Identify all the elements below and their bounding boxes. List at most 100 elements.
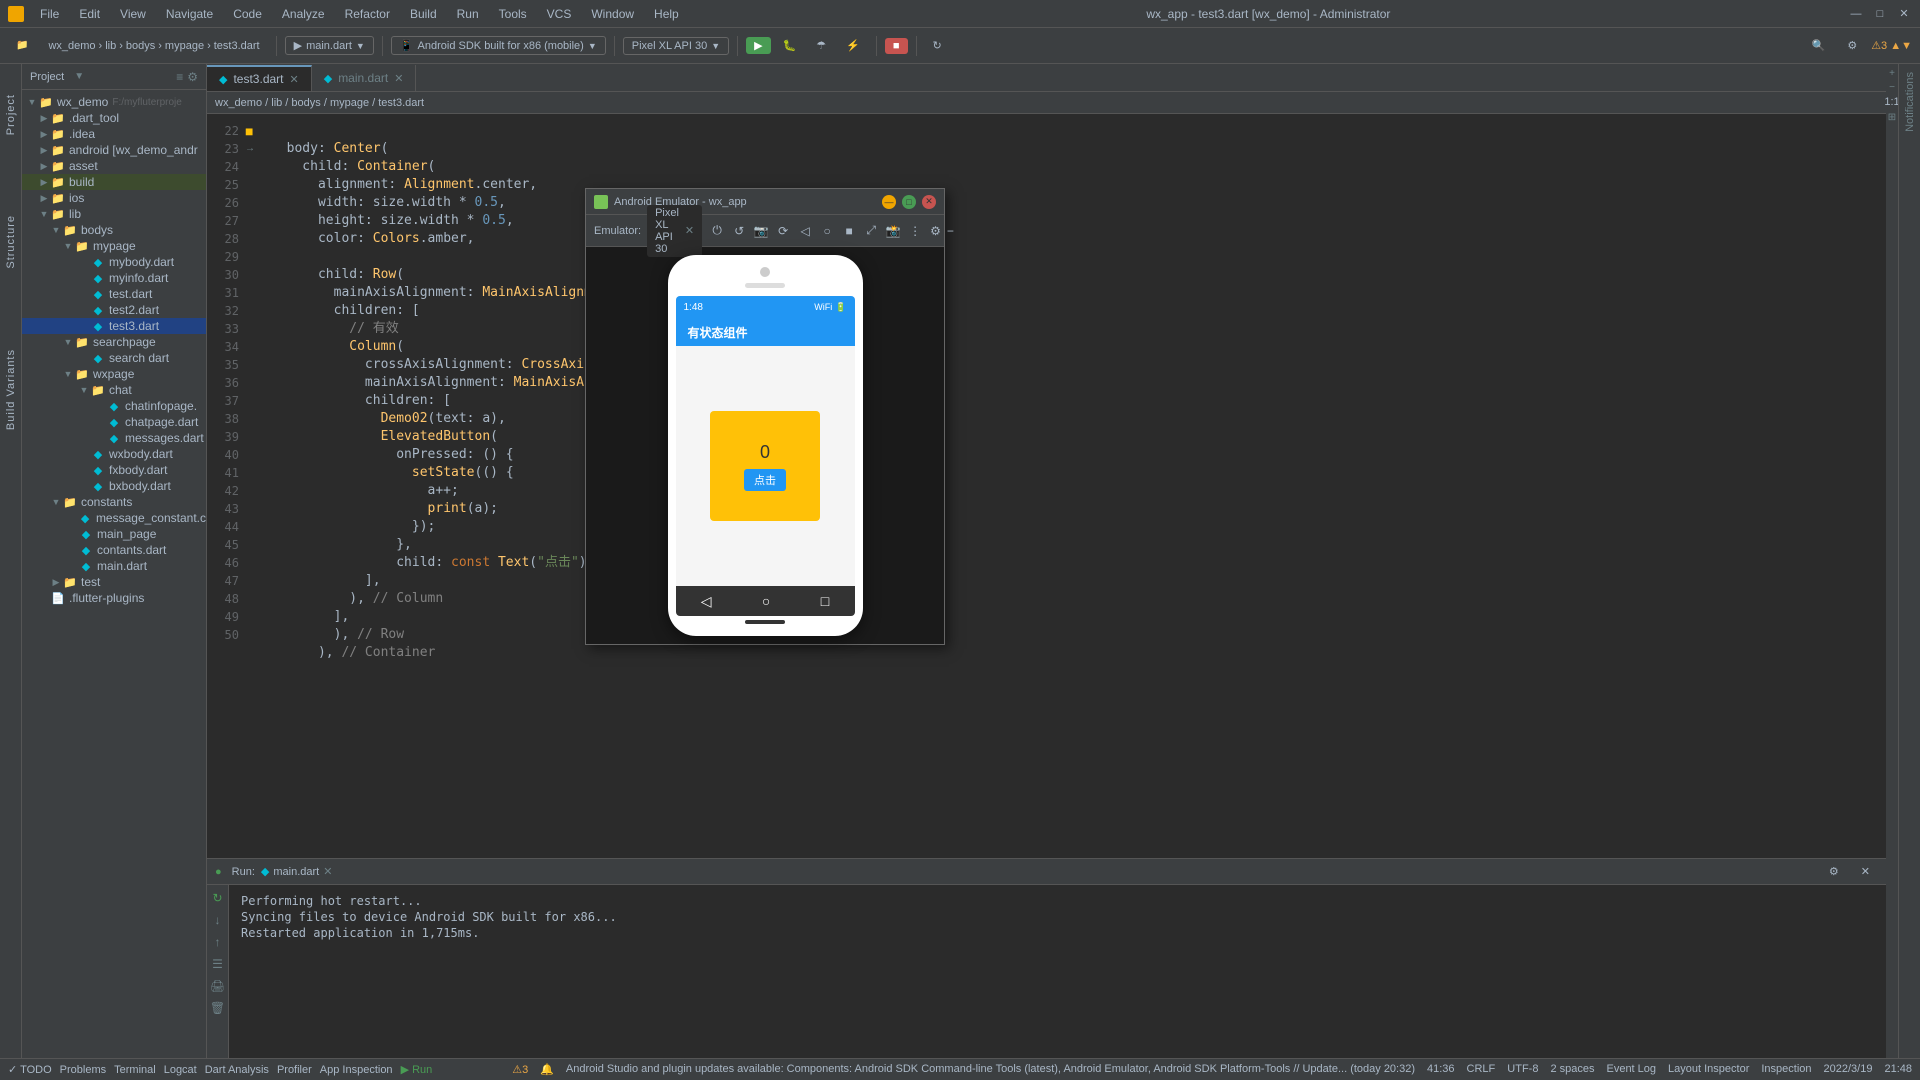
zoom-out-icon[interactable]: −	[1887, 82, 1897, 92]
sync-button[interactable]: ↻	[925, 36, 950, 55]
print-icon[interactable]: 🖨	[209, 977, 227, 995]
menu-refactor[interactable]: Refactor	[335, 3, 400, 25]
status-app-inspection[interactable]: App Inspection	[320, 1064, 393, 1076]
tree-item-bodys[interactable]: ▼ 📁 bodys	[22, 222, 206, 238]
emulator-close-icon[interactable]: −	[947, 222, 954, 240]
tree-item-bxbody[interactable]: ◆ bxbody.dart	[22, 478, 206, 494]
settings-button[interactable]: ⚙	[1839, 36, 1865, 55]
phone-screen[interactable]: 1:48 WiFi 🔋 有状态组件 0 点击	[676, 296, 855, 616]
tree-item-search-dart[interactable]: ◆ search dart	[22, 350, 206, 366]
status-encoding[interactable]: CRLF	[1467, 1063, 1496, 1076]
tree-item-mypage[interactable]: ▼ 📁 mypage	[22, 238, 206, 254]
phone-navbar[interactable]: ◁ ○ □	[676, 586, 855, 616]
tree-item-wxpage[interactable]: ▼ 📁 wxpage	[22, 366, 206, 382]
tree-item-constants[interactable]: ▼ 📁 constants	[22, 494, 206, 510]
tree-item-android[interactable]: ▶ 📁 android [wx_demo_andr	[22, 142, 206, 158]
rotate-icon[interactable]: ⟳	[774, 222, 792, 240]
tab-main-close[interactable]: ✕	[394, 72, 403, 85]
run-main-label[interactable]: ◆ main.dart ✕	[261, 865, 333, 878]
phone-content[interactable]: 0 点击	[676, 346, 855, 586]
tree-item-messages[interactable]: ◆ messages.dart	[22, 430, 206, 446]
menu-edit[interactable]: Edit	[69, 3, 110, 25]
status-problems[interactable]: Problems	[60, 1064, 106, 1076]
tree-item-main-page[interactable]: ◆ main_page	[22, 526, 206, 542]
tree-item-test2[interactable]: ◆ test2.dart	[22, 302, 206, 318]
right-scrollbar[interactable]: + − 1:1 ⊞	[1886, 64, 1898, 1058]
status-event-log[interactable]: Event Log	[1606, 1063, 1656, 1076]
project-breadcrumb[interactable]: wx_demo › lib › bodys › mypage › test3.d…	[40, 37, 267, 55]
status-run[interactable]: ▶ Run	[401, 1063, 433, 1076]
code-editor[interactable]: 22232425 26272829 30313233 34353637 3839…	[207, 114, 1886, 858]
status-charset[interactable]: UTF-8	[1507, 1063, 1538, 1076]
tab-test3[interactable]: ◆ test3.dart ✕	[207, 65, 312, 91]
collapse-all-icon[interactable]: ≡	[176, 70, 183, 84]
tree-item-dart-tool[interactable]: ▶ 📁 .dart_tool	[22, 110, 206, 126]
menu-code[interactable]: Code	[223, 3, 272, 25]
project-dropdown-icon[interactable]: ▼	[74, 71, 84, 82]
run-settings-icon[interactable]: ⚙	[1821, 862, 1847, 881]
run-tab-close[interactable]: ✕	[323, 865, 332, 878]
phone-home-btn[interactable]: ○	[762, 593, 770, 609]
tree-item-message-constant[interactable]: ◆ message_constant.c	[22, 510, 206, 526]
restart-icon[interactable]: ↻	[209, 889, 227, 907]
tab-main[interactable]: ◆ main.dart ✕	[312, 65, 417, 91]
status-dart-analysis[interactable]: Dart Analysis	[205, 1064, 269, 1076]
menu-help[interactable]: Help	[644, 3, 689, 25]
emulator-tab[interactable]: Pixel XL API 30 ✕	[647, 205, 702, 257]
tree-item-fxbody[interactable]: ◆ fxbody.dart	[22, 462, 206, 478]
tab-test3-close[interactable]: ✕	[290, 73, 299, 86]
coverage-button[interactable]: ☂	[808, 36, 834, 55]
profile-button[interactable]: ⚡	[838, 36, 868, 55]
menu-run[interactable]: Run	[447, 3, 489, 25]
tree-item-main-dart[interactable]: ◆ main.dart	[22, 558, 206, 574]
maximize-button[interactable]: □	[1872, 6, 1888, 22]
run-config-selector[interactable]: ▶ main.dart ▼	[285, 36, 374, 55]
phone-recent-btn[interactable]: □	[821, 593, 829, 609]
minimize-button[interactable]: —	[1848, 6, 1864, 22]
menu-view[interactable]: View	[110, 3, 156, 25]
emulator-settings-icon[interactable]: ⚙	[930, 222, 941, 240]
tree-item-test-folder[interactable]: ▶ 📁 test	[22, 574, 206, 590]
zoom-in-icon[interactable]: +	[1887, 68, 1897, 78]
tree-item-idea[interactable]: ▶ 📁 .idea	[22, 126, 206, 142]
snapshot-icon[interactable]: 📷	[752, 222, 770, 240]
menu-build[interactable]: Build	[400, 3, 447, 25]
screenshot-icon[interactable]: 📸	[884, 222, 902, 240]
tree-item-myinfo[interactable]: ◆ myinfo.dart	[22, 270, 206, 286]
tree-item-test3[interactable]: ◆ test3.dart	[22, 318, 206, 334]
tree-item-root[interactable]: ▼ 📁 wx_demo F:/myfluterproje	[22, 94, 206, 110]
tree-item-lib[interactable]: ▼ 📁 lib	[22, 206, 206, 222]
device-selector[interactable]: 📱 Android SDK built for x86 (mobile) ▼	[391, 36, 606, 55]
tree-item-chatpage[interactable]: ◆ chatpage.dart	[22, 414, 206, 430]
emulator-maximize-btn[interactable]: □	[902, 195, 916, 209]
api-selector[interactable]: Pixel XL API 30 ▼	[623, 37, 729, 55]
menu-analyze[interactable]: Analyze	[272, 3, 335, 25]
stop-button[interactable]: ■	[885, 38, 908, 54]
notifications-panel-tab[interactable]: Notifications	[1904, 72, 1916, 132]
home-icon[interactable]: ○	[818, 222, 836, 240]
menu-tools[interactable]: Tools	[489, 3, 537, 25]
toolbar-project-btn[interactable]: 📁	[8, 37, 36, 54]
tree-item-test[interactable]: ◆ test.dart	[22, 286, 206, 302]
status-warning[interactable]: ⚠3	[512, 1063, 528, 1076]
structure-panel-tab[interactable]: Structure	[5, 215, 17, 269]
tree-item-asset[interactable]: ▶ 📁 asset	[22, 158, 206, 174]
status-logcat[interactable]: Logcat	[164, 1064, 197, 1076]
status-inspection[interactable]: Inspection	[1761, 1063, 1811, 1076]
stop-emulator-icon[interactable]: ■	[840, 222, 858, 240]
scroll-down-icon[interactable]: ↓	[209, 911, 227, 929]
filter-icon[interactable]: ☰	[209, 955, 227, 973]
tree-item-searchpage[interactable]: ▼ 📁 searchpage	[22, 334, 206, 350]
fit-icon[interactable]: ⊞	[1887, 112, 1897, 122]
status-layout-inspector[interactable]: Layout Inspector	[1668, 1063, 1749, 1076]
menu-navigate[interactable]: Navigate	[156, 3, 223, 25]
scroll-up-icon[interactable]: ↑	[209, 933, 227, 951]
status-spaces[interactable]: 2 spaces	[1550, 1063, 1594, 1076]
debug-button[interactable]: 🐛	[775, 36, 805, 55]
tree-item-chat[interactable]: ▼ 📁 chat	[22, 382, 206, 398]
tree-item-wxbody[interactable]: ◆ wxbody.dart	[22, 446, 206, 462]
code-content[interactable]: body: Center( child: Container( alignmen…	[259, 114, 1886, 858]
status-position[interactable]: 41:36	[1427, 1063, 1455, 1076]
tree-item-chatinfopage[interactable]: ◆ chatinfopage.	[22, 398, 206, 414]
emulator-close-btn[interactable]: ✕	[922, 195, 936, 209]
